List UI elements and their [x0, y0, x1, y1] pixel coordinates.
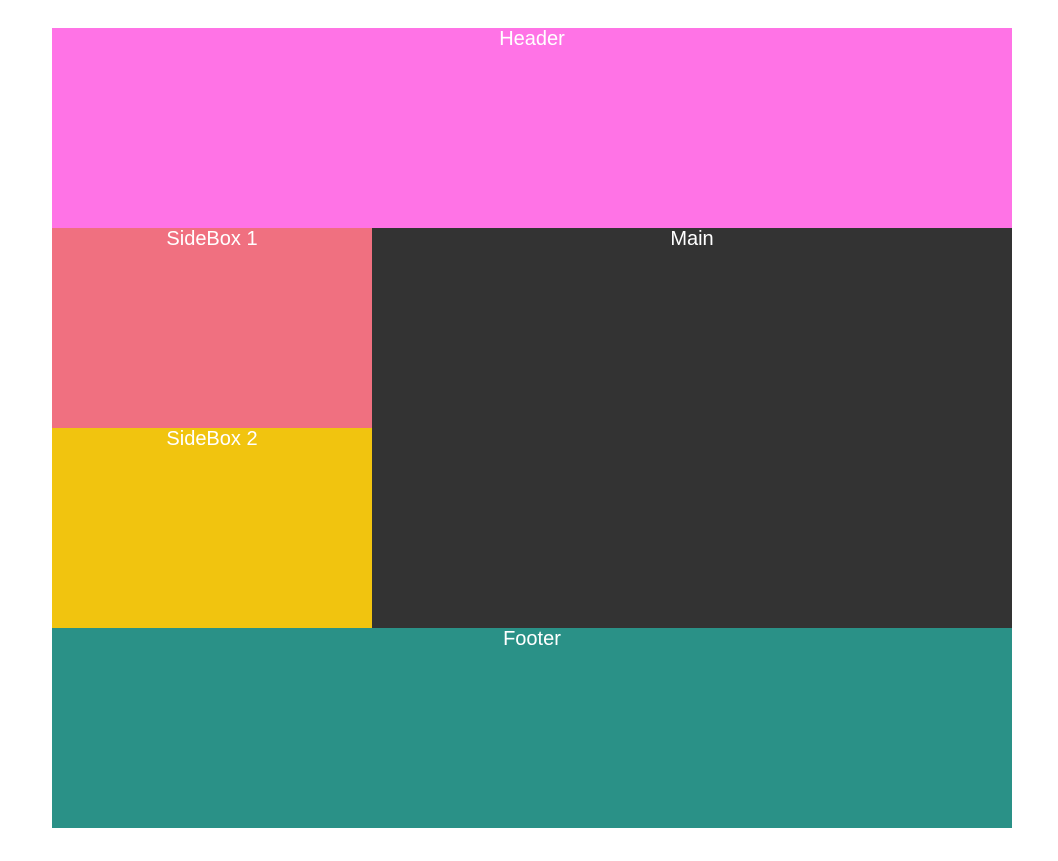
footer-box: Footer — [52, 628, 1012, 828]
sidebox-1-label: SideBox 1 — [166, 228, 258, 250]
header-label: Header — [499, 28, 565, 50]
main-box: Main — [372, 228, 1012, 628]
footer-label: Footer — [503, 628, 561, 650]
main-label: Main — [670, 228, 714, 250]
sidebox-2-label: SideBox 2 — [166, 428, 258, 450]
header-box: Header — [52, 28, 1012, 228]
sidebox-2: SideBox 2 — [52, 428, 372, 628]
sidebox-1: SideBox 1 — [52, 228, 372, 428]
grid-layout: Header SideBox 1 Main SideBox 2 Footer — [52, 28, 1012, 828]
